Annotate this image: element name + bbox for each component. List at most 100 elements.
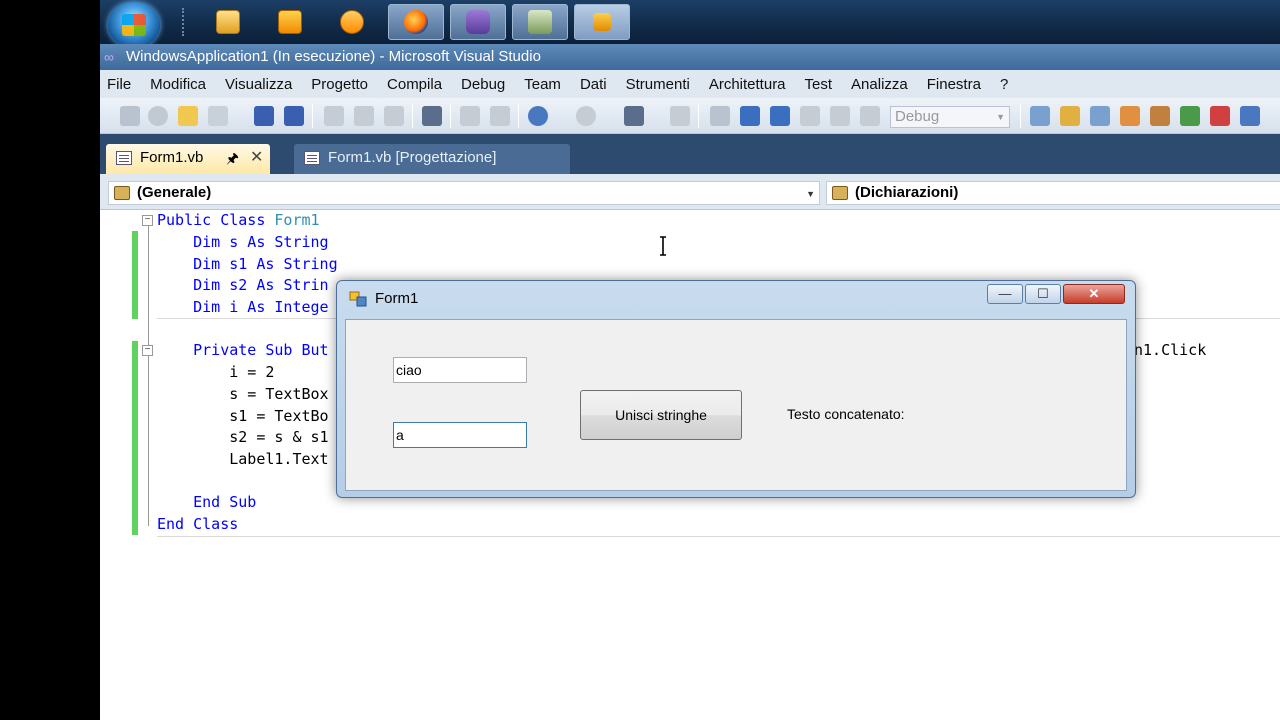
step-into-icon[interactable] (800, 106, 820, 126)
menu-team[interactable]: Team (524, 76, 561, 93)
minimize-button[interactable]: — (987, 284, 1023, 304)
class-icon (114, 186, 130, 200)
screen: ∞ WindowsApplication1 (In esecuzione) - … (100, 0, 1280, 720)
result-label: Testo concatenato: (787, 406, 905, 422)
windows-start-icon[interactable] (108, 2, 160, 48)
code-line-11: Label1.Text (157, 450, 329, 468)
taskbar (100, 0, 1280, 48)
menu-modifica[interactable]: Modifica (150, 76, 206, 93)
stop-debugging-icon[interactable] (770, 106, 790, 126)
method-name-select[interactable]: (Dichiarazioni) (826, 181, 1280, 205)
menu-visualizza[interactable]: Visualizza (225, 76, 292, 93)
changed-lines-marker (132, 231, 138, 319)
unisci-stringhe-button[interactable]: Unisci stringhe (580, 390, 742, 440)
save-all-icon[interactable] (284, 106, 304, 126)
toolbar-separator (412, 104, 413, 128)
solution-explorer-icon[interactable] (1060, 106, 1080, 126)
menu-help[interactable]: ? (1000, 76, 1008, 93)
class-name-select[interactable]: (Generale) ▼ (108, 181, 820, 205)
text-cursor-icon (660, 236, 666, 256)
comment-icon[interactable] (460, 106, 480, 126)
menu-progetto[interactable]: Progetto (311, 76, 368, 93)
visual-studio-icon: ∞ (104, 49, 114, 65)
add-new-item-icon[interactable] (208, 106, 228, 126)
step-out-icon[interactable] (860, 106, 880, 126)
class-name-value: (Generale) (137, 184, 212, 201)
tab-form1-vb[interactable]: Form1.vb 🖈 ✕ (106, 144, 270, 174)
code-line-6-tail: n1.Click (1134, 341, 1207, 359)
tab-label: Form1.vb (140, 149, 204, 166)
paint-icon[interactable] (512, 4, 568, 40)
error-list-icon[interactable] (1210, 106, 1230, 126)
class-view-icon[interactable] (1180, 106, 1200, 126)
menu-test[interactable]: Test (805, 76, 833, 93)
toolbox-icon[interactable] (1150, 106, 1170, 126)
pin-icon[interactable]: 🖈 (226, 144, 239, 172)
save-icon[interactable] (254, 106, 274, 126)
open-file-icon[interactable] (178, 106, 198, 126)
code-token: Strin (283, 276, 329, 294)
maximize-button[interactable]: ☐ (1025, 284, 1061, 304)
code-token: Public Class (157, 211, 275, 229)
find-in-files-icon[interactable] (422, 106, 442, 126)
menu-file[interactable]: File (107, 76, 131, 93)
output-icon[interactable] (1240, 106, 1260, 126)
code-line-1: Public Class Form1 (157, 209, 320, 231)
code-token: Dim s1 As (157, 255, 284, 273)
menu-compila[interactable]: Compila (387, 76, 442, 93)
uncomment-icon[interactable] (490, 106, 510, 126)
redo-icon[interactable] (576, 106, 596, 126)
media-player-icon[interactable] (324, 4, 380, 40)
menu-finestra[interactable]: Finestra (927, 76, 981, 93)
textbox2-input[interactable]: a (393, 422, 527, 448)
close-icon[interactable]: ✕ (250, 144, 263, 172)
menu-architettura[interactable]: Architettura (709, 76, 786, 93)
copy-icon[interactable] (354, 106, 374, 126)
new-project-icon[interactable] (120, 106, 140, 126)
add-item-icon[interactable] (148, 106, 168, 126)
window-title: WindowsApplication1 (In esecuzione) - Mi… (126, 48, 541, 65)
code-line-13: End Class (157, 515, 239, 533)
collapse-icon[interactable]: − (142, 215, 153, 226)
step-over-icon[interactable] (830, 106, 850, 126)
menu-dati[interactable]: Dati (580, 76, 607, 93)
menu-debug[interactable]: Debug (461, 76, 505, 93)
code-line-9: s1 = TextBo (157, 407, 329, 425)
break-all-icon[interactable] (740, 106, 760, 126)
paste-icon[interactable] (384, 106, 404, 126)
properties-icon[interactable] (1090, 106, 1110, 126)
code-line-6: Private Sub But (157, 341, 329, 359)
toolbar-separator (312, 104, 313, 128)
tab-form1-designer[interactable]: Form1.vb [Progettazione] (294, 144, 570, 174)
code-token: Dim i As (157, 298, 275, 316)
start-debugging-icon[interactable] (710, 106, 730, 126)
solution-config-select[interactable]: Debug ▼ (890, 106, 1010, 128)
navigate-forward-icon[interactable] (670, 106, 690, 126)
undo-icon[interactable] (528, 106, 548, 126)
textbox1-input[interactable]: ciao (393, 357, 527, 383)
explorer-icon[interactable] (200, 4, 256, 40)
chevron-down-icon: ▼ (806, 189, 815, 199)
firefox-icon[interactable] (388, 4, 444, 40)
navigate-backward-icon[interactable] (624, 106, 644, 126)
menu-strumenti[interactable]: Strumenti (626, 76, 690, 93)
code-line-5: Dim i As Intege (157, 296, 328, 318)
collapse-icon[interactable]: − (142, 345, 153, 356)
code-token: Dim s As (157, 233, 275, 251)
find-icon[interactable] (1030, 106, 1050, 126)
method-name-value: (Dichiarazioni) (855, 184, 959, 201)
cut-icon[interactable] (324, 106, 344, 126)
form-app-icon[interactable] (574, 4, 630, 40)
window-title-bar: ∞ WindowsApplication1 (In esecuzione) - … (100, 44, 1280, 70)
close-button[interactable]: ✕ (1063, 284, 1125, 304)
menu-analizza[interactable]: Analizza (851, 76, 908, 93)
code-line-2: Dim s As String (157, 231, 328, 253)
outline-guide (148, 226, 149, 526)
outlook-icon[interactable] (262, 4, 318, 40)
form-app-icon (349, 291, 367, 307)
end-divider (157, 536, 1280, 537)
visual-studio-icon[interactable] (450, 4, 506, 40)
object-browser-icon[interactable] (1120, 106, 1140, 126)
code-line-7: i = 2 (157, 363, 275, 381)
form1-window: Form1 — ☐ ✕ ciao a Unisci stringhe Testo… (336, 280, 1136, 498)
